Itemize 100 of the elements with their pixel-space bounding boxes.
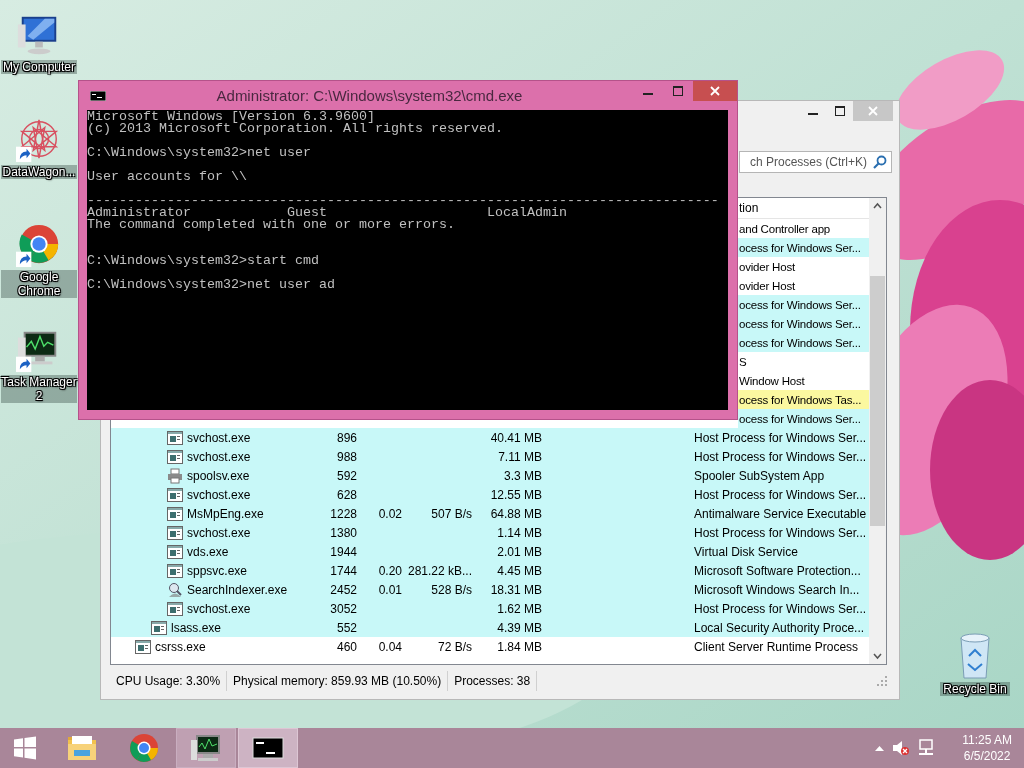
console-line: ------------------------------------------------------------------------------- — [87, 195, 720, 207]
close-icon[interactable] — [710, 86, 720, 96]
window-icon — [167, 563, 183, 578]
window-icon — [167, 601, 183, 616]
description-cell: S — [739, 355, 747, 368]
taskbar-button[interactable] — [176, 728, 236, 768]
window-icon — [167, 487, 183, 502]
console-line: The command completed with one or more errors. — [87, 219, 456, 231]
status-text: Processes: 38 — [448, 671, 538, 691]
table-row[interactable]: ocess for Windows Ser... — [738, 238, 869, 257]
window-icon — [167, 525, 183, 540]
io-cell: 528 B/s — [431, 582, 472, 597]
description-cell: ovider Host — [739, 279, 795, 292]
taskbar-button[interactable] — [238, 728, 298, 768]
window-icon — [167, 449, 183, 464]
pid-cell: 988 — [336, 449, 357, 464]
pid-cell: 1944 — [330, 544, 357, 559]
window-icon — [167, 430, 183, 445]
process-name: sppsvc.exe — [187, 563, 248, 578]
status-text: Physical memory: 859.93 MB (10.50%) — [227, 671, 449, 691]
memory-cell: 4.45 MB — [497, 563, 542, 578]
memory-cell: 40.41 MB — [490, 430, 542, 445]
console-line: C:\Windows\system32>start cmd — [87, 255, 320, 267]
process-name: svchost.exe — [187, 449, 251, 464]
pid-cell: 896 — [336, 430, 357, 445]
io-cell: 507 B/s — [431, 506, 472, 521]
console-line: Administrator Guest LocalAdmin — [87, 207, 568, 219]
description-cell: ocess for Windows Ser... — [739, 317, 861, 330]
volume-muted-icon[interactable] — [892, 740, 911, 756]
description-cell: Host Process for Windows Ser... — [694, 525, 867, 540]
description-cell: Window Host — [739, 374, 805, 387]
console-line: User accounts for \\ — [87, 171, 248, 183]
cpu-cell: 0.20 — [378, 563, 402, 578]
table-row[interactable]: lsass.exe 552 4.39 MB Local Security Authority Proce... — [111, 618, 869, 637]
memory-cell: 3.3 MB — [504, 468, 542, 483]
memory-cell: 7.11 MB — [498, 449, 542, 464]
memory-cell: 4.39 MB — [497, 620, 542, 635]
table-row[interactable]: ocess for Windows Tas... — [738, 390, 869, 409]
maximize-icon[interactable] — [834, 106, 845, 116]
pid-cell: 2452 — [330, 582, 357, 597]
table-row[interactable]: ocess for Windows Ser... — [738, 409, 869, 428]
window-icon — [135, 639, 151, 654]
window-icon — [167, 506, 183, 521]
window-title: Administrator: C:\Windows\system32\cmd.exe — [215, 87, 524, 104]
process-name: svchost.exe — [187, 601, 251, 616]
console-line: C:\Windows\system32>net user ad — [87, 279, 336, 291]
printer-icon — [167, 467, 183, 484]
table-row[interactable]: svchost.exe 628 12.55 MB Host Process for Windows Ser... — [111, 485, 869, 504]
window-icon — [167, 544, 183, 559]
close-button[interactable] — [693, 81, 737, 101]
description-cell: ovider Host — [739, 260, 795, 273]
scrollbar[interactable] — [869, 198, 886, 664]
search-field[interactable]: ch Processes (Ctrl+K) — [739, 151, 892, 173]
description-cell: Spooler SubSystem App — [694, 468, 825, 483]
process-name: svchost.exe — [187, 487, 251, 502]
pid-cell: 460 — [336, 639, 357, 654]
pid-cell: 1380 — [330, 525, 357, 540]
table-row[interactable]: MsMpEng.exe 1228 0.02 507 B/s 64.88 MB Antimalware Service Executable — [111, 504, 869, 523]
description-cell: ocess for Windows Tas... — [739, 393, 862, 406]
table-row[interactable]: vds.exe 1944 2.01 MB Virtual Disk Service — [111, 542, 869, 561]
description-cell: Client Server Runtime Process — [694, 639, 859, 654]
description-cell: Microsoft Windows Search In... — [694, 582, 860, 597]
description-cell: Antimalware Service Executable — [694, 506, 867, 521]
table-row[interactable]: ocess for Windows Ser... — [738, 333, 869, 352]
process-name: SearchIndexer.exe — [187, 582, 288, 597]
pid-cell: 1228 — [330, 506, 357, 521]
status-text: CPU Usage: 3.30% — [110, 671, 228, 691]
table-row[interactable]: SearchIndexer.exe 2452 0.01 528 B/s 18.31 MB Microsoft Windows Search In... — [111, 580, 869, 599]
description-cell: Local Security Authority Proce... — [694, 620, 865, 635]
description-cell: Host Process for Windows Ser... — [694, 487, 867, 502]
windows-logo-icon — [13, 736, 37, 760]
table-row[interactable]: ocess for Windows Ser... — [738, 295, 869, 314]
show-hidden-icons-icon[interactable] — [875, 745, 885, 751]
pid-cell: 1744 — [330, 563, 357, 578]
table-row[interactable]: ocess for Windows Ser... — [738, 314, 869, 333]
cpu-cell: 0.01 — [378, 582, 402, 597]
description-cell: ocess for Windows Ser... — [739, 298, 861, 311]
column-header[interactable]: tion — [739, 201, 759, 215]
memory-cell: 64.88 MB — [490, 506, 542, 521]
cpu-cell: 0.04 — [378, 639, 402, 654]
memory-cell: 1.14 MB — [497, 525, 542, 540]
table-row[interactable]: svchost.exe 3052 1.62 MB Host Process for Windows Ser... — [111, 599, 869, 618]
console-line: (c) 2013 Microsoft Corporation. All rights reserved. — [87, 123, 504, 135]
table-row[interactable]: sppsvc.exe 1744 0.20 281.22 kB... 4.45 MB Microsoft Software Protection... — [111, 561, 869, 580]
memory-cell: 18.31 MB — [490, 582, 542, 597]
table-row[interactable]: spoolsv.exe 592 3.3 MB Spooler SubSystem App — [111, 466, 869, 485]
pid-cell: 592 — [336, 468, 357, 483]
window-icon — [151, 620, 167, 635]
search-icon[interactable] — [873, 155, 887, 169]
table-row[interactable]: svchost.exe 896 40.41 MB Host Process for Windows Ser... — [111, 428, 869, 447]
memory-cell: 2.01 MB — [497, 544, 542, 559]
description-cell: ocess for Windows Ser... — [739, 336, 861, 349]
process-name: spoolsv.exe — [187, 468, 250, 483]
resize-grip-icon[interactable] — [877, 676, 887, 686]
console-line: Microsoft Windows [Version 6.3.9600] — [87, 111, 376, 123]
description-cell: ocess for Windows Ser... — [739, 412, 861, 425]
cpu-cell: 0.02 — [378, 506, 402, 521]
process-name: lsass.exe — [171, 620, 222, 635]
table-row[interactable]: svchost.exe 988 7.11 MB Host Process for Windows Ser... — [111, 447, 869, 466]
table-row[interactable]: svchost.exe 1380 1.14 MB Host Process for Windows Ser... — [111, 523, 869, 542]
